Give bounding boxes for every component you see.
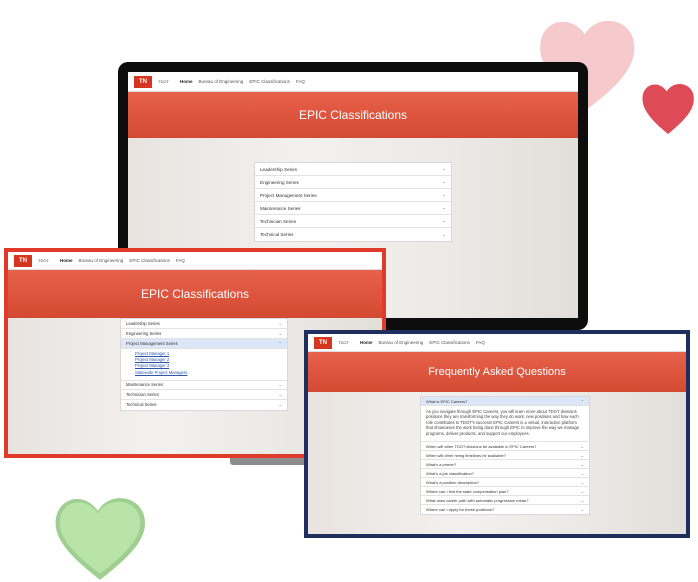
chevron-down-icon: ⌄ — [580, 507, 584, 513]
chevron-down-icon: ⌄ — [580, 443, 584, 449]
nav-home[interactable]: Home — [360, 340, 373, 345]
sub-link[interactable]: Statewide Project Managers — [135, 370, 287, 376]
chevron-down-icon: ⌄ — [580, 488, 584, 494]
accordion-label: Engineering Series — [126, 331, 162, 336]
nav-bureau[interactable]: Bureau of Engineering — [199, 79, 244, 84]
nav-faq[interactable]: FAQ — [476, 340, 485, 345]
faq-question: Where can I apply for these positions? — [426, 507, 495, 513]
faq-question: When will other hiring timelines be avai… — [426, 452, 506, 458]
red-heart-icon — [642, 83, 694, 134]
faq-screenshot-card: TN TDOT Home Bureau of Engineering EPIC … — [304, 330, 690, 538]
faq-question: What's a position description? — [426, 479, 480, 485]
faq-question: What's a primer? — [426, 461, 457, 467]
faq-item[interactable]: What's a position description? ⌄ — [421, 478, 589, 488]
chevron-down-icon: ⌄ — [442, 205, 446, 210]
nav-home[interactable]: Home — [180, 79, 193, 84]
accordion-item[interactable]: Project Management Series ⌄ — [255, 189, 451, 202]
accordion-item[interactable]: Maintenance Series ⌄ — [255, 202, 451, 215]
site-nav: TN TDOT Home Bureau of Engineering EPIC … — [308, 334, 686, 352]
chevron-down-icon: ⌄ — [278, 321, 282, 326]
site-nav: TN TDOT Home Bureau of Engineering EPIC … — [8, 252, 382, 270]
page-title: Frequently Asked Questions — [428, 366, 566, 378]
chevron-up-icon: ⌃ — [278, 341, 282, 346]
faq-item[interactable]: When will other hiring timelines be avai… — [421, 451, 589, 461]
logo-subtext: TDOT — [158, 78, 169, 84]
tdot-logo[interactable]: TN — [14, 254, 32, 267]
hero-banner: Frequently Asked Questions — [308, 352, 686, 392]
faq-question: Where can I find the state compensation … — [426, 488, 509, 494]
accordion-item[interactable]: Engineering Series ⌄ — [255, 176, 451, 189]
faq-item[interactable]: What does career path with automatic pro… — [421, 496, 589, 506]
chevron-down-icon: ⌄ — [278, 331, 282, 336]
accordion-item[interactable]: Leadership Series ⌄ — [255, 163, 451, 176]
faq-answer: As you navigate through EPIC Careers, yo… — [421, 406, 589, 443]
nav-epic[interactable]: EPIC Classifications — [129, 258, 170, 263]
chevron-down-icon: ⌄ — [580, 497, 584, 503]
site-nav: TN TDOT Home Bureau of Engineering EPIC … — [128, 72, 578, 92]
nav-bureau[interactable]: Bureau of Engineering — [379, 340, 424, 345]
chevron-down-icon: ⌄ — [278, 402, 282, 408]
accordion-item[interactable]: Technical Series ⌄ — [255, 228, 451, 241]
chevron-down-icon: ⌄ — [580, 452, 584, 458]
accordion-label: Technician Series — [260, 218, 297, 224]
accordion-label: Leadership Series — [126, 321, 160, 326]
faq-question: What is EPIC Careers? — [426, 398, 468, 404]
chevron-down-icon: ⌄ — [442, 179, 446, 184]
accordion-label: Technical Series — [260, 232, 294, 237]
nav-epic[interactable]: EPIC Classifications — [429, 340, 470, 345]
page-title: EPIC Classifications — [140, 287, 250, 301]
nav-epic[interactable]: EPIC Classifications — [249, 79, 290, 84]
chevron-up-icon: ⌃ — [580, 398, 584, 404]
accordion-label: Engineering Series — [260, 179, 299, 185]
sub-link-list: Project Manager 1 Project Manager 2 Proj… — [121, 349, 287, 380]
chevron-down-icon: ⌄ — [442, 166, 446, 171]
accordion-item[interactable]: Leadership Series ⌄ — [121, 319, 287, 329]
faq-item[interactable]: When will other TDOT divisions be availa… — [421, 442, 589, 452]
tdot-logo[interactable]: TN — [134, 75, 152, 88]
series-accordion: Leadership Series ⌄ Engineering Series ⌄ P… — [120, 318, 288, 411]
nav-faq[interactable]: FAQ — [176, 258, 185, 263]
hero-banner: EPIC Classifications — [128, 92, 578, 138]
faq-item[interactable]: Where can I apply for these positions? ⌄ — [421, 505, 589, 514]
nav-home[interactable]: Home — [60, 258, 73, 263]
faq-question: When will other TDOT divisions be availa… — [426, 443, 537, 449]
logo-subtext: TDOT — [38, 257, 49, 263]
series-accordion: Leadership Series ⌄ Engineering Series ⌄ P… — [254, 162, 452, 242]
accordion-label: Project Management Series — [126, 341, 178, 346]
accordion-item[interactable]: Technician Series ⌄ — [255, 215, 451, 228]
faq-question: What's a job classification? — [426, 470, 474, 476]
accordion-label: Technical Series — [126, 402, 157, 408]
accordion-item[interactable]: Maintenance Series ⌄ — [121, 379, 287, 390]
hero-banner: EPIC Classifications — [8, 270, 382, 318]
accordion-label: Project Management Series — [260, 192, 317, 198]
nav-faq[interactable]: FAQ — [296, 79, 305, 84]
chevron-down-icon: ⌄ — [442, 231, 446, 237]
faq-accordion: What is EPIC Careers? ⌃ As you navigate t… — [420, 396, 590, 516]
chevron-down-icon: ⌄ — [278, 382, 282, 388]
green-heart-icon — [55, 498, 145, 580]
faq-item[interactable]: What's a primer? ⌄ — [421, 460, 589, 470]
accordion-item[interactable]: Engineering Series ⌄ — [121, 329, 287, 339]
chevron-down-icon: ⌄ — [580, 470, 584, 476]
faq-item[interactable]: What's a job classification? ⌄ — [421, 469, 589, 479]
chevron-down-icon: ⌄ — [442, 192, 446, 197]
accordion-label: Maintenance Series — [126, 382, 164, 388]
logo-subtext: TDOT — [338, 339, 349, 345]
accordion-item[interactable]: Technician Series ⌄ — [121, 390, 287, 400]
chevron-down-icon: ⌄ — [580, 479, 584, 485]
accordion-item-open[interactable]: Project Management Series ⌃ — [121, 339, 287, 349]
chevron-down-icon: ⌄ — [278, 391, 282, 397]
page-title: EPIC Classifications — [298, 108, 408, 122]
faq-item[interactable]: Where can I find the state compensation … — [421, 487, 589, 497]
faq-item-open[interactable]: What is EPIC Careers? ⌃ — [421, 397, 589, 406]
nav-bureau[interactable]: Bureau of Engineering — [79, 258, 124, 263]
chevron-down-icon: ⌄ — [580, 461, 584, 467]
accordion-label: Maintenance Series — [260, 205, 301, 211]
faq-question: What does career path with automatic pro… — [426, 497, 529, 503]
accordion-label: Leadership Series — [260, 166, 298, 172]
accordion-item[interactable]: Technical Series ⌄ — [121, 400, 287, 410]
chevron-down-icon: ⌄ — [442, 218, 446, 223]
accordion-label: Technician Series — [126, 391, 159, 397]
tdot-logo[interactable]: TN — [314, 336, 332, 349]
